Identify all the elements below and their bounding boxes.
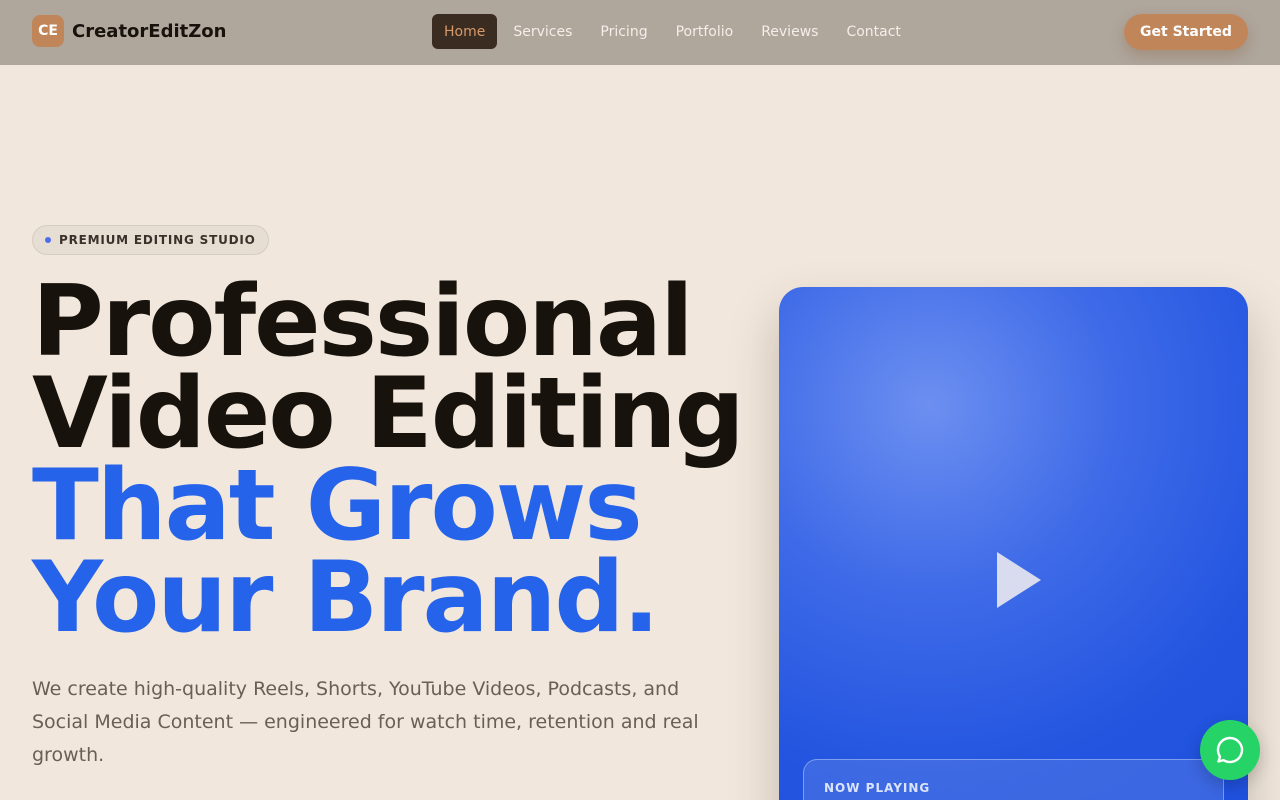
badge-text: PREMIUM EDITING STUDIO — [59, 233, 256, 247]
nav-portfolio[interactable]: Portfolio — [664, 14, 746, 49]
nav-home[interactable]: Home — [432, 14, 498, 49]
main-nav: Home Services Pricing Portfolio Reviews … — [432, 14, 917, 49]
video-preview-card[interactable]: NOW PLAYING — [779, 287, 1248, 800]
headline-line-4: Your Brand. — [32, 541, 660, 655]
nav-reviews[interactable]: Reviews — [749, 14, 830, 49]
headline-line-1: Professional — [32, 265, 694, 379]
now-playing-label: NOW PLAYING — [824, 781, 931, 795]
nav-contact[interactable]: Contact — [834, 14, 912, 49]
logo-text: CreatorEditZon — [72, 20, 227, 42]
nav-services[interactable]: Services — [501, 14, 584, 49]
nav-pricing[interactable]: Pricing — [588, 14, 659, 49]
hero-headline: Professional Video Editing That Grows Yo… — [32, 265, 745, 655]
get-started-button[interactable]: Get Started — [1124, 14, 1248, 50]
headline-line-3: That Grows — [32, 449, 643, 563]
now-playing-panel: NOW PLAYING — [803, 759, 1224, 800]
hero-description: We create high-quality Reels, Shorts, Yo… — [32, 678, 699, 766]
whatsapp-chat-button[interactable] — [1200, 720, 1260, 780]
site-header: CE CreatorEditZon Home Services Pricing … — [0, 0, 1280, 65]
studio-badge: PREMIUM EDITING STUDIO — [32, 225, 269, 255]
logo[interactable]: CE CreatorEditZon — [32, 15, 226, 47]
headline-line-2: Video Editing — [32, 357, 745, 471]
whatsapp-icon — [1216, 736, 1244, 764]
logo-badge: CE — [32, 15, 64, 47]
play-icon[interactable] — [997, 552, 1041, 608]
badge-dot-icon — [45, 237, 51, 243]
